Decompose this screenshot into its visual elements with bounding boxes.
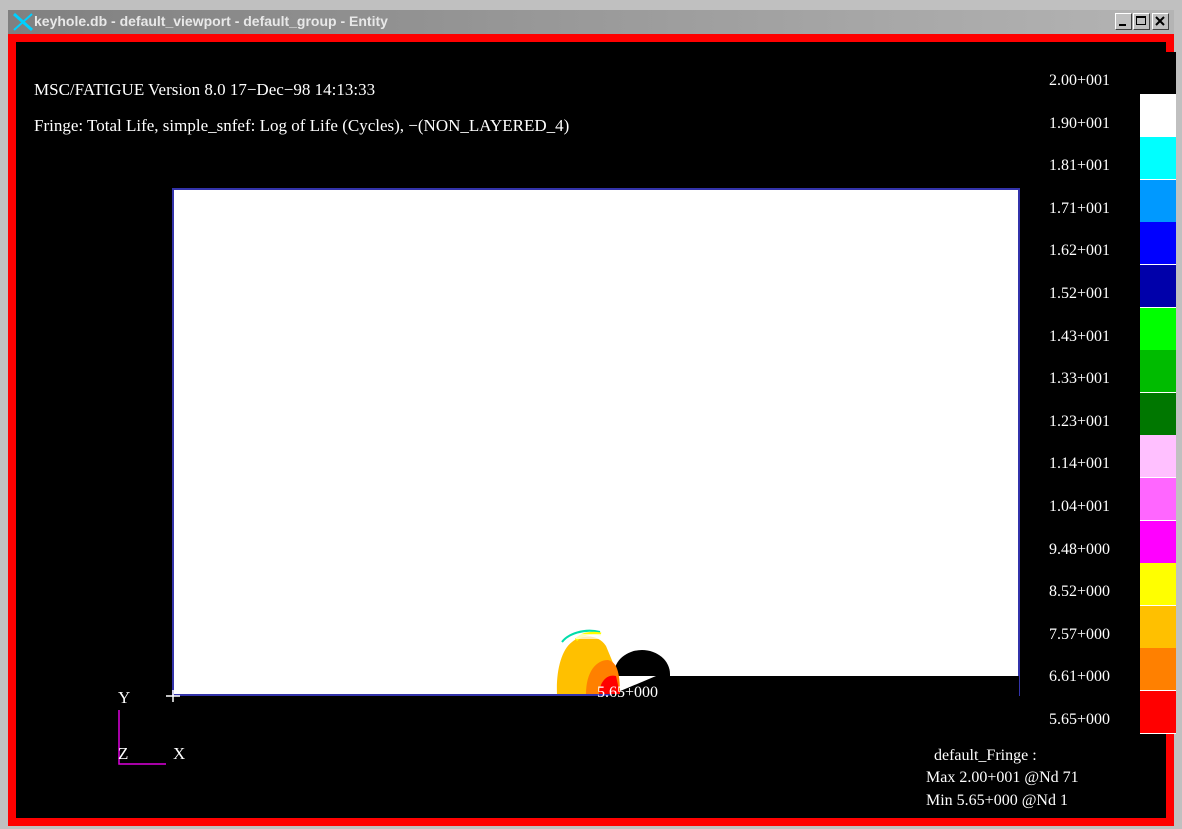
title-bar[interactable]: keyhole.db - default_viewport - default_…	[8, 10, 1174, 34]
legend-label: 1.52+001	[1049, 285, 1111, 302]
legend-swatch	[1140, 435, 1176, 479]
plate-model	[172, 188, 1020, 696]
legend-swatch	[1140, 179, 1176, 223]
legend-swatch	[1140, 691, 1176, 734]
legend-label: 1.71+001	[1049, 199, 1111, 217]
axis-x-label: X	[173, 744, 186, 763]
axis-z-label: Z	[118, 744, 129, 763]
legend-label: 1.14+001	[1049, 455, 1111, 473]
fringe-max: Max 2.00+001 @Nd 71	[926, 769, 1079, 786]
graphics-viewport[interactable]: MSC/FATIGUE Version 8.0 17−Dec−98 14:13:…	[8, 34, 1176, 826]
legend-swatch	[1140, 350, 1176, 394]
legend-swatch	[1140, 605, 1176, 649]
legend-label: 1.90+001	[1049, 114, 1111, 132]
close-button[interactable]	[1152, 13, 1169, 30]
legend-swatch	[1140, 478, 1176, 521]
maximize-button[interactable]	[1133, 13, 1150, 30]
fringe-min: Min 5.65+000 @Nd 1	[926, 792, 1068, 809]
window-title: keyhole.db - default_viewport - default_…	[34, 13, 388, 29]
legend-swatch	[1140, 520, 1176, 564]
axis-y-label: Y	[118, 688, 131, 707]
legend-swatch	[1140, 137, 1176, 181]
legend-label: 1.04+001	[1049, 498, 1111, 515]
legend-label: 5.65+000	[1049, 711, 1111, 728]
legend-label: 1.62+001	[1049, 242, 1111, 260]
legend-swatch	[1140, 265, 1176, 308]
legend-swatch	[1140, 94, 1176, 138]
legend-swatch	[1140, 392, 1176, 436]
legend-swatch	[1140, 307, 1176, 351]
legend-swatch	[1140, 52, 1176, 95]
legend-label: 1.81+001	[1049, 157, 1111, 175]
minimize-button[interactable]	[1115, 13, 1132, 30]
legend-swatch	[1140, 563, 1176, 607]
legend-label: 9.48+000	[1049, 540, 1111, 558]
min-value-marker: 5.65+000	[597, 684, 659, 701]
legend-label: 1.33+001	[1049, 370, 1111, 388]
legend-swatch	[1140, 648, 1176, 692]
legend-label: 6.61+000	[1049, 668, 1111, 686]
app-window: keyhole.db - default_viewport - default_…	[8, 10, 1176, 826]
legend-label: 1.23+001	[1049, 412, 1111, 430]
max-marker-label	[576, 634, 606, 639]
legend-label: 2.00+001	[1049, 72, 1111, 89]
legend-swatch	[1140, 222, 1176, 266]
legend-label: 7.57+000	[1049, 625, 1111, 643]
legend-label: 8.52+000	[1049, 583, 1111, 601]
keyhole-lower	[606, 676, 1019, 697]
legend-label: 1.43+001	[1049, 327, 1111, 345]
fringe-name: default_Fringe :	[934, 747, 1037, 764]
app-x-icon	[12, 12, 34, 32]
model-canvas	[118, 188, 1020, 765]
